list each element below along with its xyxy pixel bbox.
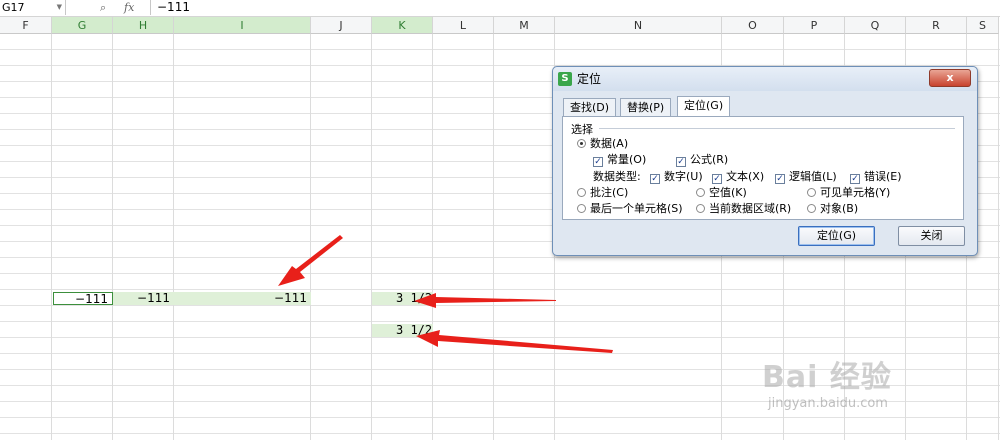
column-header-j[interactable]: J [311,17,372,34]
goto-dialog: S 定位 x 查找(D) 替换(P) 定位(G) 选择 数据(A) ✓ 常量(O)… [552,66,978,256]
row-gridline [0,433,1000,434]
radio-blanks-label: 空值(K) [709,186,747,199]
radio-icon [577,204,586,213]
zoom-search-icon[interactable]: ⌕ [100,0,106,15]
group-label-select: 选择 [571,123,593,136]
radio-blanks[interactable]: 空值(K) [696,186,747,199]
row-gridline [0,321,1000,322]
radio-icon [577,188,586,197]
checkbox-text-label: 文本(X) [726,170,765,183]
column-header-n[interactable]: N [555,17,722,34]
chevron-down-icon[interactable]: ▼ [57,0,62,15]
checkbox-text[interactable]: ✓ 文本(X) [712,170,764,184]
radio-visible-label: 可见单元格(Y) [820,186,891,199]
checkbox-logical-label: 逻辑值(L) [789,170,837,183]
data-types-label: 数据类型: [593,170,641,183]
tab-replace[interactable]: 替换(P) [620,98,672,116]
tab-find[interactable]: 查找(D) [563,98,617,116]
dialog-title: 定位 [577,72,602,86]
cell-h17[interactable]: −111 [113,292,174,305]
row-gridline [0,305,1000,306]
formula-bar: G17 ▼ ⌕ fx −111 [0,0,1000,17]
column-header-o[interactable]: O [722,17,784,34]
column-gridline [173,34,174,440]
column-gridline [493,34,494,440]
radio-icon [807,204,816,213]
cell-g17[interactable]: −111 [53,292,113,306]
checkmark-icon: ✓ [712,174,722,184]
checkbox-formulas[interactable]: ✓ 公式(R) [676,153,728,167]
goto-button[interactable]: 定位(G) [798,226,875,246]
checkbox-constants-label: 常量(O) [607,153,647,166]
checkbox-logical[interactable]: ✓ 逻辑值(L) [775,170,837,184]
radio-comments-label: 批注(C) [590,186,629,199]
row-gridline [0,49,1000,50]
dialog-close-button[interactable]: 关闭 [898,226,965,246]
formula-input[interactable]: −111 [150,0,1000,15]
radio-last-cell-label: 最后一个单元格(S) [590,202,683,215]
checkbox-errors-label: 错误(E) [864,170,902,183]
radio-objects[interactable]: 对象(B) [807,202,858,215]
radio-icon [696,204,705,213]
baidu-watermark: Bai 经验 jingyan.baidu.com [762,352,952,422]
column-header-h[interactable]: H [113,17,174,34]
radio-data-label: 数据(A) [590,137,629,150]
radio-objects-label: 对象(B) [820,202,859,215]
column-gridline [371,34,372,440]
radio-visible-cells[interactable]: 可见单元格(Y) [807,186,890,199]
close-icon[interactable]: x [929,69,971,87]
column-header-s[interactable]: S [967,17,999,34]
watermark-url: jingyan.baidu.com [768,396,888,411]
column-gridline [51,34,52,440]
group-divider [599,128,955,129]
tab-goto[interactable]: 定位(G) [677,96,731,117]
column-header-p[interactable]: P [784,17,845,34]
row-gridline [0,257,1000,258]
column-header-m[interactable]: M [494,17,555,34]
radio-current-region[interactable]: 当前数据区域(R) [696,202,791,215]
column-header-q[interactable]: Q [845,17,906,34]
watermark-logo-text: Bai 经验 [762,360,892,395]
checkbox-constants[interactable]: ✓ 常量(O) [593,153,646,167]
goto-panel: 选择 数据(A) ✓ 常量(O) ✓ 公式(R) 数据类型: ✓ 数字(U) ✓ 文本(… [562,116,964,220]
column-gridline [998,34,999,440]
checkmark-icon: ✓ [650,174,660,184]
column-header-r[interactable]: R [906,17,967,34]
column-header-l[interactable]: L [433,17,494,34]
radio-current-region-label: 当前数据区域(R) [709,202,792,215]
cell-reference: G17 [2,1,25,14]
row-gridline [0,337,1000,338]
radio-icon [696,188,705,197]
checkmark-icon: ✓ [850,174,860,184]
checkmark-icon: ✓ [593,157,603,167]
row-gridline [0,289,1000,290]
function-fx-button[interactable]: fx [124,0,134,15]
cell-k17[interactable]: 3 1/2 [372,292,433,305]
column-gridline [112,34,113,440]
column-header-k[interactable]: K [372,17,433,34]
column-gridline [310,34,311,440]
checkmark-icon: ✓ [676,157,686,167]
checkbox-numbers-label: 数字(U) [664,170,703,183]
cell-i17[interactable]: −111 [174,292,311,305]
checkbox-errors[interactable]: ✓ 错误(E) [850,170,902,184]
radio-icon [807,188,816,197]
column-header-i[interactable]: I [174,17,311,34]
checkbox-numbers[interactable]: ✓ 数字(U) [650,170,703,184]
checkbox-formulas-label: 公式(R) [690,153,729,166]
radio-last-cell[interactable]: 最后一个单元格(S) [577,202,683,215]
row-gridline [0,273,1000,274]
wps-app-icon: S [558,72,572,86]
radio-selected-icon [577,139,586,148]
radio-comments[interactable]: 批注(C) [577,186,628,199]
radio-data[interactable]: 数据(A) [577,137,628,150]
column-gridline [432,34,433,440]
name-box[interactable]: G17 ▼ [0,0,66,15]
checkmark-icon: ✓ [775,174,785,184]
column-header-f[interactable]: F [0,17,52,34]
cell-k19[interactable]: 3 1/2 [372,324,433,337]
dialog-titlebar[interactable]: S 定位 x [553,67,977,91]
column-header-g[interactable]: G [52,17,113,34]
